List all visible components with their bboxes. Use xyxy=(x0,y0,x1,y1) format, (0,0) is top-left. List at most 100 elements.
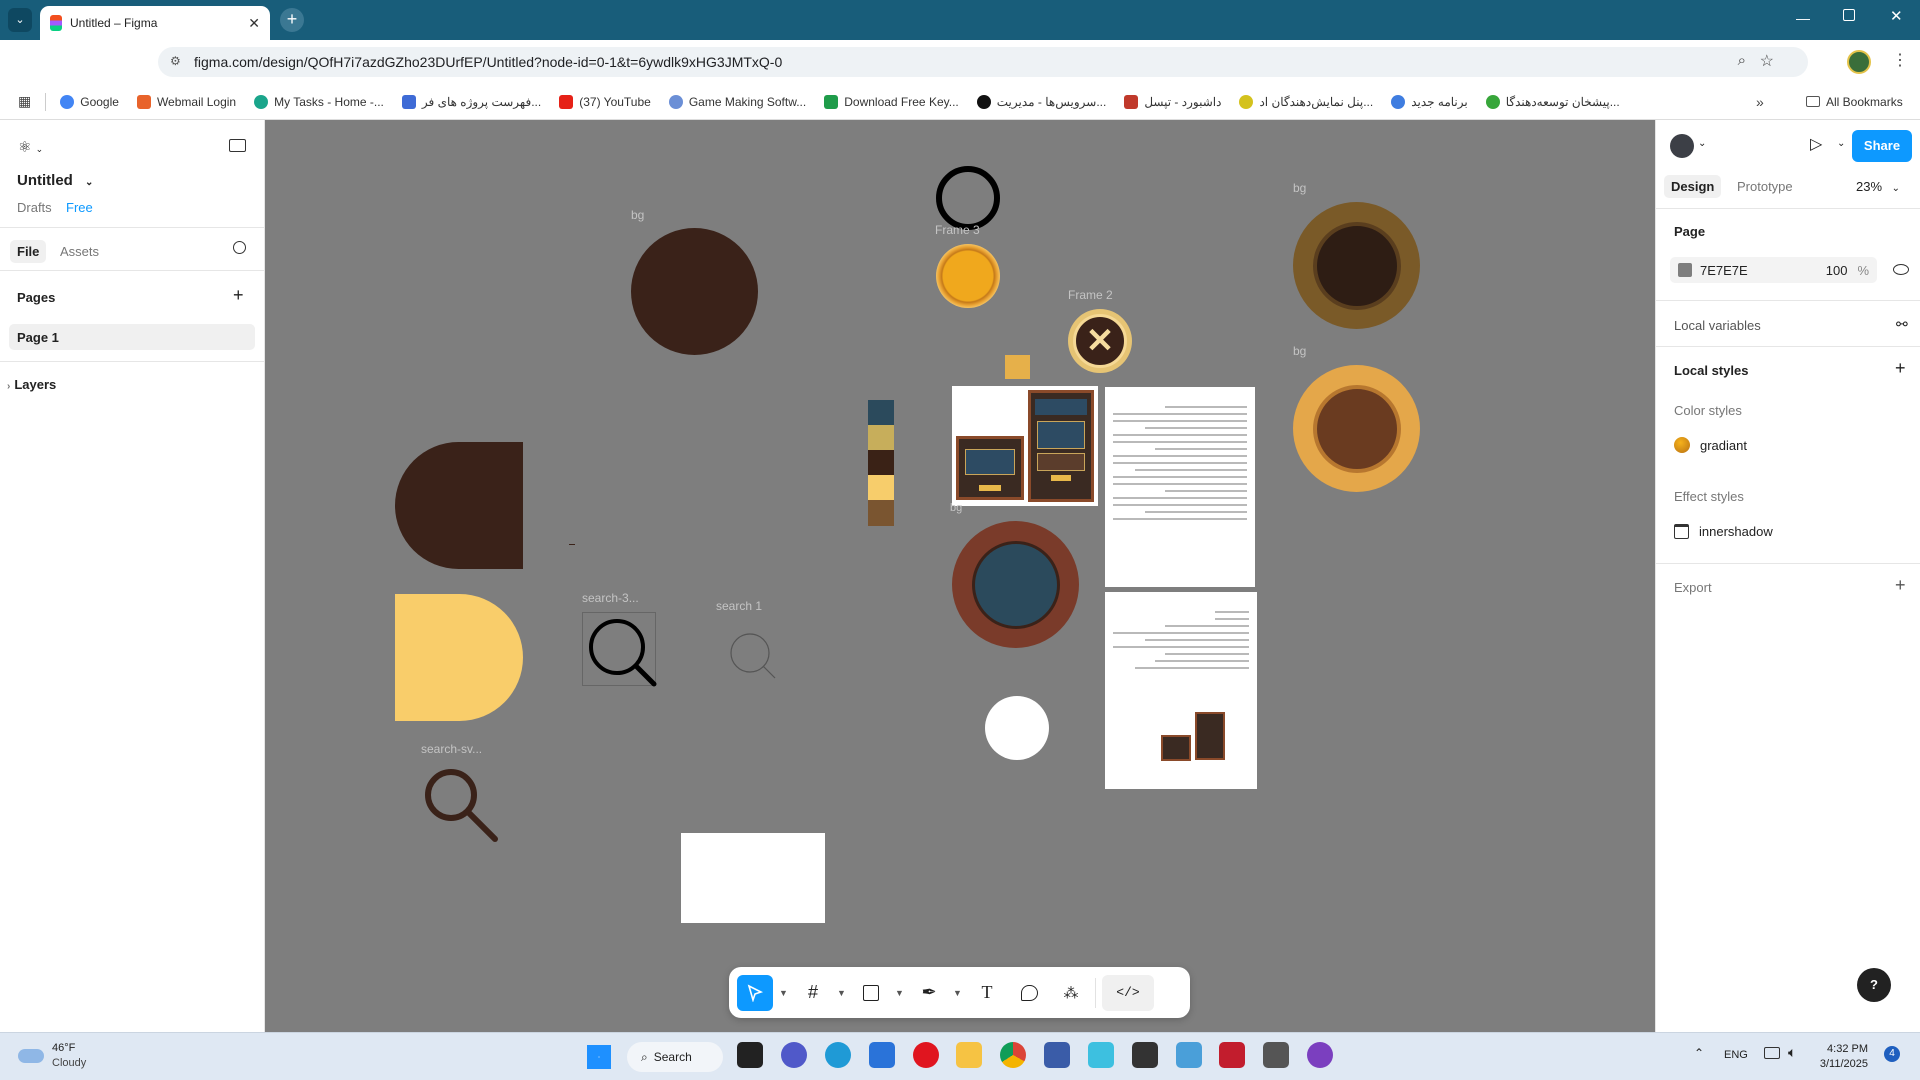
blue-ring-circle[interactable] xyxy=(952,521,1079,648)
export-label[interactable]: Export xyxy=(1674,580,1712,595)
bookmark-star-icon[interactable]: ☆ xyxy=(1760,51,1774,71)
chart-app-icon[interactable] xyxy=(1044,1042,1070,1068)
chevron-down-icon[interactable]: ⌄ xyxy=(1837,138,1845,149)
browser-tab[interactable]: Untitled – Figma ✕ xyxy=(40,6,270,40)
bookmark-download-keys[interactable]: Download Free Key... xyxy=(824,94,959,109)
chevron-down-icon[interactable]: ▼ xyxy=(953,988,963,998)
plan-badge[interactable]: Free xyxy=(66,200,93,215)
drafts-label[interactable]: Drafts xyxy=(17,200,52,215)
yellow-d-shape[interactable] xyxy=(395,594,523,721)
close-button-frame[interactable]: ✕ xyxy=(1068,309,1132,373)
design-canvas[interactable]: bg search-3... search 1 search-sv... Fra… xyxy=(265,120,1655,1032)
white-circle[interactable] xyxy=(985,696,1049,760)
url-bar[interactable]: ⚙ figma.com/design/QOfH7i7azdGZho23DUrfE… xyxy=(158,47,1808,77)
github-icon[interactable] xyxy=(1307,1042,1333,1068)
volume-icon[interactable]: 🔈︎ xyxy=(1788,1044,1796,1061)
tray-overflow-icon[interactable]: ⌃ xyxy=(1694,1046,1704,1060)
close-window-icon[interactable]: ✕ xyxy=(1890,7,1903,25)
tab-prototype[interactable]: Prototype xyxy=(1737,179,1793,194)
add-page-icon[interactable]: + xyxy=(233,285,244,306)
color-style-item[interactable]: gradiant xyxy=(1674,437,1747,453)
bookmark-tapsell[interactable]: داشبورد - تپسل xyxy=(1124,94,1221,109)
dev-tool-icon[interactable] xyxy=(1088,1042,1114,1068)
actions-button[interactable]: ⁂ xyxy=(1053,975,1089,1011)
start-button[interactable] xyxy=(587,1045,611,1069)
file-name[interactable]: Untitled ⌄ xyxy=(17,172,93,189)
move-tool-button[interactable] xyxy=(737,974,773,1011)
meet-icon[interactable] xyxy=(781,1042,807,1068)
local-variables-label[interactable]: Local variables xyxy=(1674,318,1761,333)
profile-avatar[interactable] xyxy=(1847,50,1871,74)
add-style-icon[interactable]: + xyxy=(1895,358,1906,379)
bookmark-new-app[interactable]: برنامه جدید xyxy=(1391,94,1468,109)
bookmark-developer-dashboard[interactable]: پیشخان توسعه‌دهندگا... xyxy=(1485,94,1620,109)
toggle-sidebar-icon[interactable] xyxy=(229,139,246,152)
rider-icon[interactable] xyxy=(1219,1042,1245,1068)
pen-tool-button[interactable]: ✒ xyxy=(911,975,947,1011)
document-page-2[interactable] xyxy=(1105,592,1257,789)
chevron-down-icon[interactable]: ▼ xyxy=(779,988,789,998)
task-view-icon[interactable] xyxy=(737,1042,763,1068)
document-page-1[interactable] xyxy=(1105,387,1255,587)
shape-tool-button[interactable] xyxy=(853,975,889,1011)
magnifier-thin-icon[interactable] xyxy=(729,632,779,682)
all-bookmarks[interactable]: All Bookmarks xyxy=(1806,95,1903,109)
bookmark-project-list[interactable]: فهرست پروژه های فر... xyxy=(401,94,541,109)
gold-square[interactable] xyxy=(1005,355,1030,379)
bookmark-webmail[interactable]: Webmail Login xyxy=(136,94,236,109)
bg-brown-circle[interactable] xyxy=(631,228,758,355)
comment-tool-button[interactable] xyxy=(1011,975,1047,1011)
frame-tool-button[interactable]: # xyxy=(795,975,831,1011)
store-icon[interactable] xyxy=(869,1042,895,1068)
bookmark-services[interactable]: سرویس‌ها - مدیریت... xyxy=(976,94,1106,109)
notification-badge[interactable]: 4 xyxy=(1884,1046,1900,1062)
search-3-frame[interactable] xyxy=(582,612,657,687)
bg-olive-ring[interactable] xyxy=(1293,202,1420,329)
zoom-level[interactable]: 23% ⌄ xyxy=(1856,179,1900,194)
photos-icon[interactable] xyxy=(1176,1042,1202,1068)
eye-icon[interactable] xyxy=(1893,264,1909,275)
figma-menu-icon[interactable]: ⚛ ⌄ xyxy=(18,138,43,156)
share-button[interactable]: Share xyxy=(1852,130,1912,162)
bookmark-youtube[interactable]: (37) YouTube xyxy=(559,94,651,109)
unity-icon[interactable] xyxy=(1132,1042,1158,1068)
dark-d-shape[interactable] xyxy=(395,442,523,569)
file-explorer-icon[interactable] xyxy=(956,1042,982,1068)
help-button[interactable]: ? xyxy=(1857,968,1891,1002)
white-rectangle[interactable] xyxy=(681,833,825,923)
add-export-icon[interactable]: + xyxy=(1895,575,1906,596)
network-icon[interactable] xyxy=(1764,1047,1780,1059)
chevron-down-icon[interactable]: ▼ xyxy=(837,988,847,998)
page-item[interactable]: Page 1 xyxy=(9,324,255,350)
opera-icon[interactable] xyxy=(913,1042,939,1068)
tab-assets[interactable]: Assets xyxy=(60,244,99,259)
close-tab-icon[interactable]: ✕ xyxy=(248,15,260,32)
search-icon[interactable] xyxy=(233,241,246,254)
weather-widget[interactable]: 46°F Cloudy xyxy=(18,1041,86,1071)
site-info-icon[interactable]: ⚙ xyxy=(170,54,181,68)
bookmark-game-making[interactable]: Game Making Softw... xyxy=(668,94,806,109)
opacity-value[interactable]: 100 xyxy=(1826,263,1848,278)
bookmark-ad-panel[interactable]: پنل نمایش‌دهندگان اد... xyxy=(1239,94,1373,109)
more-bookmarks-icon[interactable]: » xyxy=(1756,94,1764,110)
user-avatar[interactable] xyxy=(1670,134,1694,158)
taskbar-search[interactable]: ⌕ Search xyxy=(627,1042,723,1072)
apps-grid-icon[interactable]: ▦ xyxy=(18,93,31,110)
black-ring[interactable] xyxy=(936,166,1000,230)
browser-menu-icon[interactable]: ⋮ xyxy=(1892,50,1908,70)
new-tab-button[interactable]: + xyxy=(280,8,304,32)
restore-icon[interactable] xyxy=(1843,9,1855,21)
text-tool-button[interactable]: T xyxy=(969,975,1005,1011)
bookmark-my-tasks[interactable]: My Tasks - Home -... xyxy=(254,94,384,109)
chevron-down-icon[interactable]: ⌄ xyxy=(1698,138,1706,149)
minimize-icon[interactable]: — xyxy=(1796,10,1810,26)
layers-title[interactable]: › Layers xyxy=(7,377,56,392)
color-palette[interactable] xyxy=(868,400,894,526)
page-color-field[interactable]: 7E7E7E 100 % xyxy=(1670,257,1877,283)
bg-gold-ring[interactable] xyxy=(1293,365,1420,492)
dev-mode-button[interactable]: </> xyxy=(1102,974,1154,1011)
language-indicator[interactable]: ENG xyxy=(1724,1049,1748,1061)
tab-list-button[interactable]: ⌄ xyxy=(8,8,32,32)
game-screens-frame[interactable] xyxy=(952,386,1098,506)
tab-file[interactable]: File xyxy=(10,240,47,263)
